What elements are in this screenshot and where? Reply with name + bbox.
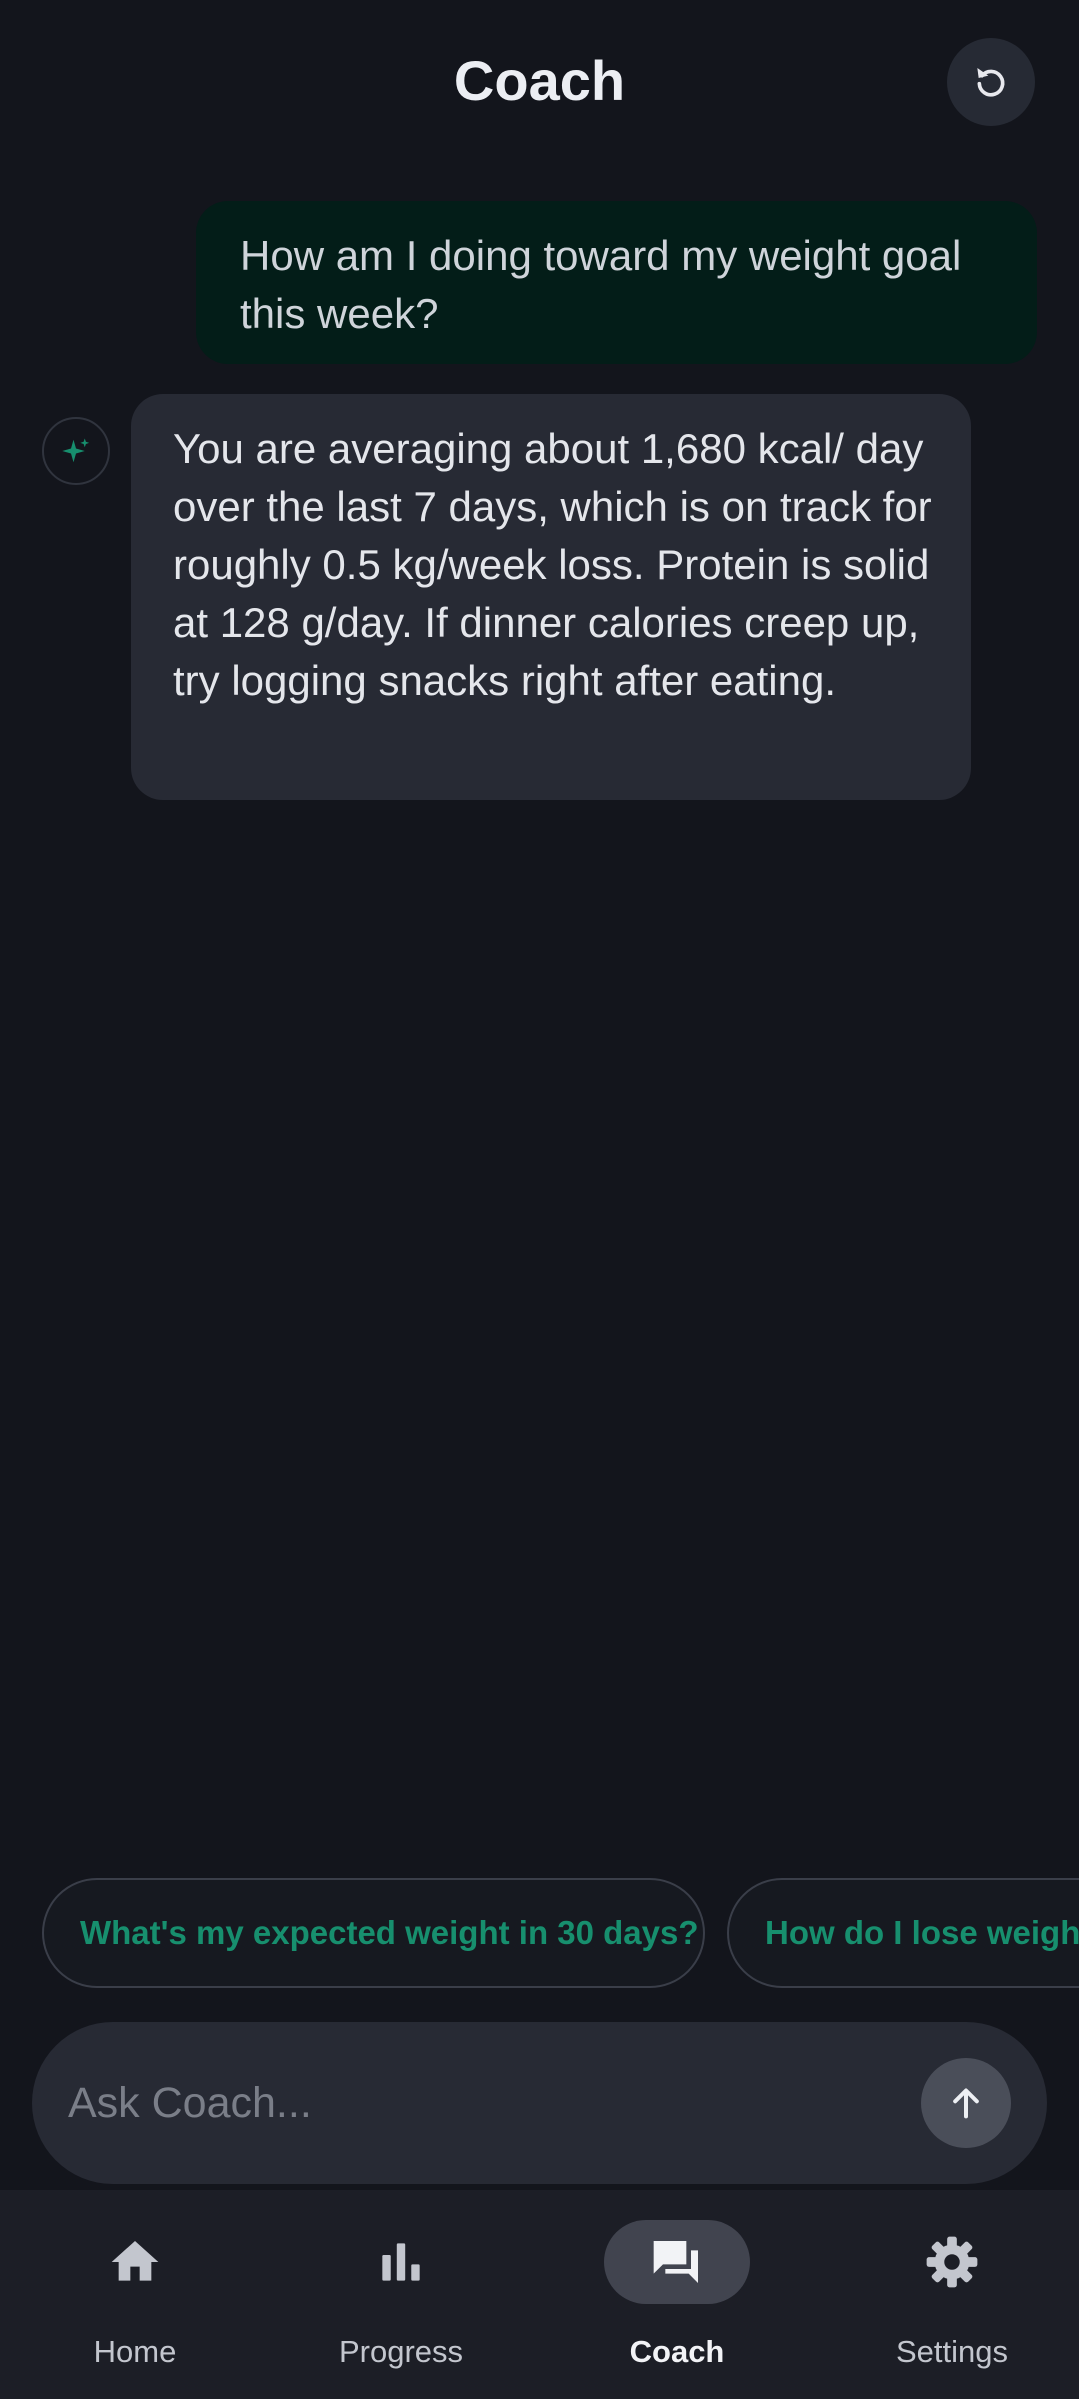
nav-label-settings: Settings <box>895 2334 1008 2369</box>
chat-icon <box>653 2241 698 2283</box>
coach-screen: Coach How am I doing toward my weight go… <box>0 0 1079 2399</box>
suggestion-chips: What's my expected weight in 30 days? Ho… <box>0 1878 1079 1990</box>
nav-label-home: Home <box>93 2334 177 2369</box>
nav-item-home[interactable]: Home <box>0 2190 270 2399</box>
reset-chat-button[interactable] <box>947 38 1035 126</box>
header: Coach <box>0 0 1079 165</box>
nav-item-settings[interactable]: Settings <box>817 2190 1079 2399</box>
coach-avatar <box>42 417 110 485</box>
user-message: How am I doing toward my weight goal thi… <box>196 201 1037 364</box>
bar-chart-icon <box>382 2243 420 2281</box>
gear-icon <box>926 2236 978 2288</box>
coach-message: You are averaging about 1,680 kcal/ day … <box>131 394 971 800</box>
home-icon <box>111 2241 159 2281</box>
nav-active-indicator <box>604 2220 750 2304</box>
suggestion-chip[interactable]: How do I lose weight <box>727 1878 1079 1988</box>
send-button[interactable] <box>921 2058 1011 2148</box>
sparkle-icon <box>62 438 90 463</box>
arrow-up-icon <box>953 2088 979 2119</box>
nav-label-coach: Coach <box>629 2334 725 2369</box>
message-composer <box>32 2022 1047 2184</box>
nav-item-progress[interactable]: Progress <box>266 2190 536 2399</box>
message-input[interactable] <box>68 2062 908 2144</box>
refresh-icon <box>977 68 1005 97</box>
bottom-nav: Home Progress Coach Settings <box>0 2190 1079 2399</box>
nav-item-coach[interactable]: Coach <box>542 2190 812 2399</box>
suggestion-chip[interactable]: What's my expected weight in 30 days? <box>42 1878 705 1988</box>
page-title: Coach <box>453 49 626 112</box>
nav-label-progress: Progress <box>338 2334 464 2369</box>
